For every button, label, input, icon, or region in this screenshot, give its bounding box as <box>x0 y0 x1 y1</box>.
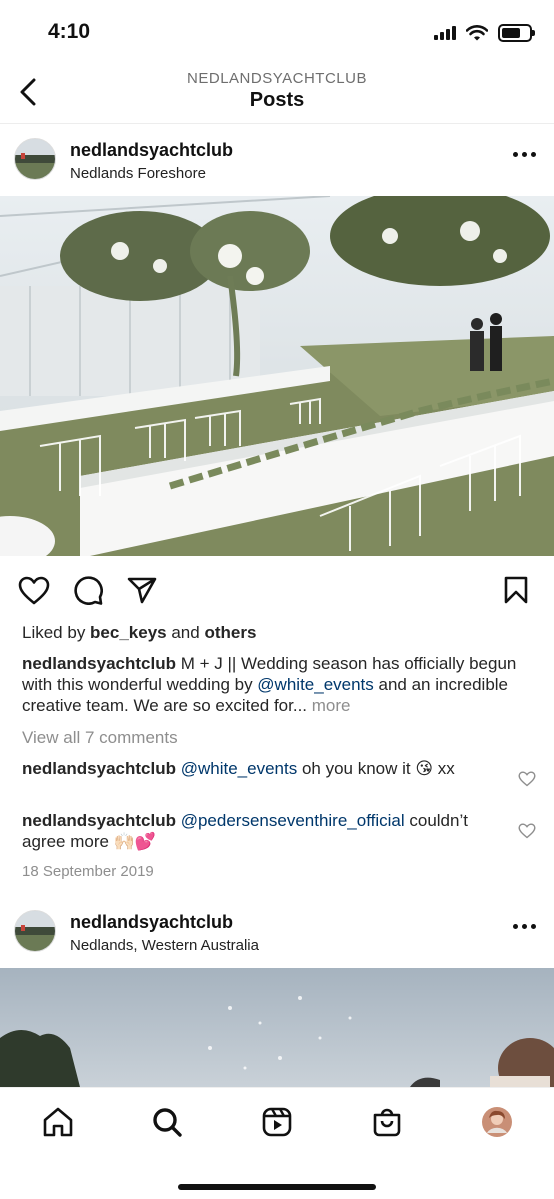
comment-mention[interactable]: @white_events <box>181 759 298 778</box>
comment-username[interactable]: nedlandsyachtclub <box>22 811 176 830</box>
comment-icon <box>74 576 103 605</box>
more-options-button[interactable] <box>513 152 536 157</box>
likes-mid: and <box>166 623 205 642</box>
post-header: nedlandsyachtclub Nedlands, Western Aust… <box>0 896 554 968</box>
comment-like-icon[interactable] <box>518 823 536 839</box>
likes-summary: Liked by bec_keys and others <box>22 622 537 643</box>
post-header: nedlandsyachtclub Nedlands Foreshore <box>0 124 554 196</box>
send-icon <box>127 577 157 604</box>
comment-mention[interactable]: @pedersenseventhire_official <box>181 811 405 830</box>
nav-shop[interactable] <box>367 1102 407 1142</box>
comment-username[interactable]: nedlandsyachtclub <box>22 759 176 778</box>
home-indicator <box>178 1184 376 1190</box>
post-username[interactable]: nedlandsyachtclub <box>70 140 233 161</box>
avatar[interactable] <box>14 138 56 180</box>
save-button[interactable] <box>498 572 534 608</box>
nav-search[interactable] <box>147 1102 187 1142</box>
status-icons <box>434 24 535 42</box>
post-location[interactable]: Nedlands, Western Australia <box>70 937 259 954</box>
status-time: 4:10 <box>48 20 91 43</box>
home-icon <box>43 1107 73 1137</box>
post-date: 18 September 2019 <box>22 863 154 880</box>
header-account-name: NEDLANDSYACHTCLUB <box>187 70 367 87</box>
profile-avatar <box>482 1107 512 1137</box>
comment-text: oh you know it 😘 xx <box>297 759 455 778</box>
liker-username[interactable]: bec_keys <box>90 623 167 642</box>
nav-home[interactable] <box>38 1102 78 1142</box>
likes-prefix: Liked by <box>22 623 91 642</box>
heart-icon <box>18 576 50 604</box>
likes-others[interactable]: others <box>204 623 256 642</box>
status-bar: 4:10 <box>0 0 554 60</box>
comment-button[interactable] <box>70 572 106 608</box>
post-caption: nedlandsyachtclub M + J || Wedding seaso… <box>22 653 537 716</box>
search-icon <box>153 1108 182 1137</box>
nav-reels[interactable] <box>257 1102 297 1142</box>
reels-icon <box>262 1107 292 1137</box>
bookmark-icon <box>504 576 528 604</box>
view-all-comments-link[interactable]: View all 7 comments <box>22 727 537 748</box>
signal-icon <box>434 26 456 40</box>
bottom-nav <box>0 1087 554 1199</box>
page-title: Posts <box>249 89 305 111</box>
comment-like-icon[interactable] <box>518 771 536 787</box>
post-actions <box>0 570 554 610</box>
post-image[interactable] <box>0 196 554 556</box>
more-options-button[interactable] <box>513 924 536 929</box>
post-image[interactable] <box>0 968 554 1087</box>
comment-item: nedlandsyachtclub @pedersenseventhire_of… <box>22 810 502 852</box>
top-header: NEDLANDSYACHTCLUB Posts <box>0 60 554 124</box>
like-button[interactable] <box>16 572 52 608</box>
share-button[interactable] <box>124 572 160 608</box>
post-location[interactable]: Nedlands Foreshore <box>70 165 206 182</box>
caption-more-link[interactable]: more <box>307 696 351 715</box>
battery-icon <box>498 24 535 42</box>
post-username[interactable]: nedlandsyachtclub <box>70 912 233 933</box>
wifi-icon <box>466 25 488 41</box>
comment-item: nedlandsyachtclub @white_events oh you k… <box>22 758 502 779</box>
shop-icon <box>373 1108 401 1137</box>
caption-mention[interactable]: @white_events <box>257 675 374 694</box>
caption-username[interactable]: nedlandsyachtclub <box>22 654 176 673</box>
avatar[interactable] <box>14 910 56 952</box>
nav-profile[interactable] <box>477 1102 517 1142</box>
